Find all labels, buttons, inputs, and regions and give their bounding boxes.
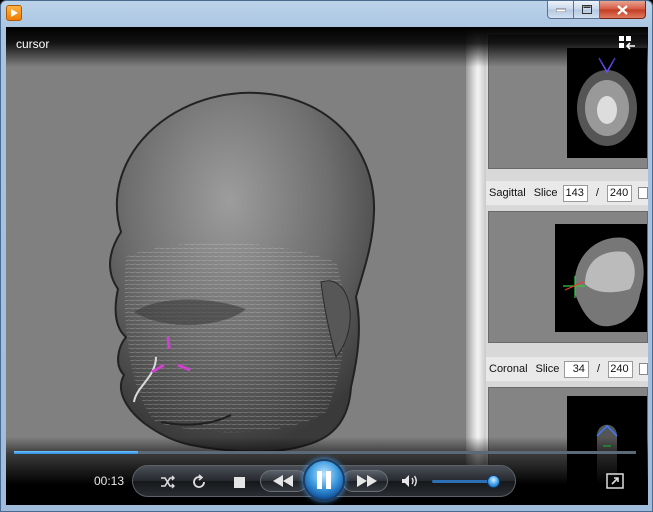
seek-progress bbox=[14, 451, 139, 454]
repeat-button[interactable] bbox=[187, 471, 211, 493]
volume-icon bbox=[402, 475, 417, 487]
shuffle-button[interactable] bbox=[156, 472, 180, 492]
pause-icon bbox=[317, 471, 331, 489]
head-render bbox=[109, 91, 376, 453]
elapsed-time: 00:13 bbox=[94, 474, 125, 488]
3d-render-viewport[interactable] bbox=[6, 27, 466, 505]
close-button[interactable] bbox=[600, 1, 646, 19]
previous-button[interactable] bbox=[260, 470, 308, 492]
coronal-slice-label: Slice bbox=[535, 363, 560, 375]
sagittal-label: Sagittal bbox=[489, 187, 526, 199]
volume-button[interactable] bbox=[399, 471, 421, 491]
coronal-slice-row: Coronal Slice 34 / 240 bbox=[486, 357, 648, 381]
sagittal-scan-image bbox=[555, 224, 647, 332]
maximize-icon bbox=[581, 5, 592, 14]
close-icon bbox=[617, 4, 628, 15]
coronal-checkbox[interactable] bbox=[638, 363, 648, 375]
player-window: Sagittal Slice 143 / 240 Coronal Slice 3… bbox=[0, 0, 653, 512]
fullscreen-icon[interactable] bbox=[606, 473, 624, 489]
stop-button[interactable] bbox=[229, 472, 249, 492]
pause-button[interactable] bbox=[303, 459, 345, 501]
sagittal-view[interactable] bbox=[488, 211, 648, 343]
repeat-icon bbox=[193, 474, 205, 488]
previous-icon bbox=[273, 475, 293, 487]
coronal-total: 240 bbox=[608, 360, 633, 378]
switch-to-library-icon[interactable] bbox=[618, 35, 636, 51]
next-icon bbox=[357, 475, 377, 487]
player-content: Sagittal Slice 143 / 240 Coronal Slice 3… bbox=[6, 27, 648, 505]
media-player-icon[interactable] bbox=[6, 5, 22, 21]
title-bar[interactable] bbox=[1, 1, 652, 25]
minimize-icon bbox=[555, 8, 566, 12]
sagittal-separator: / bbox=[595, 187, 599, 199]
maximize-button[interactable] bbox=[574, 1, 600, 19]
sagittal-total: 240 bbox=[606, 184, 633, 202]
sagittal-slice-label: Slice bbox=[533, 187, 558, 199]
coronal-label: Coronal bbox=[489, 363, 528, 375]
sagittal-slice-input[interactable]: 143 bbox=[562, 184, 588, 202]
media-title: cursor bbox=[16, 37, 50, 51]
sagittal-slice-row: Sagittal Slice 143 / 240 bbox=[486, 181, 648, 205]
volume-slider[interactable] bbox=[432, 480, 496, 483]
sagittal-checkbox[interactable] bbox=[638, 187, 648, 199]
stop-icon bbox=[233, 476, 245, 488]
seek-bar[interactable] bbox=[14, 451, 636, 454]
coronal-slice-input[interactable]: 34 bbox=[564, 360, 589, 378]
coronal-separator: / bbox=[596, 363, 600, 375]
slice-panel: Sagittal Slice 143 / 240 Coronal Slice 3… bbox=[486, 27, 648, 505]
top-overlay bbox=[6, 27, 648, 67]
next-button[interactable] bbox=[342, 470, 388, 492]
shuffle-icon bbox=[161, 475, 175, 489]
splitter[interactable] bbox=[466, 27, 486, 505]
minimize-button[interactable] bbox=[547, 1, 574, 19]
